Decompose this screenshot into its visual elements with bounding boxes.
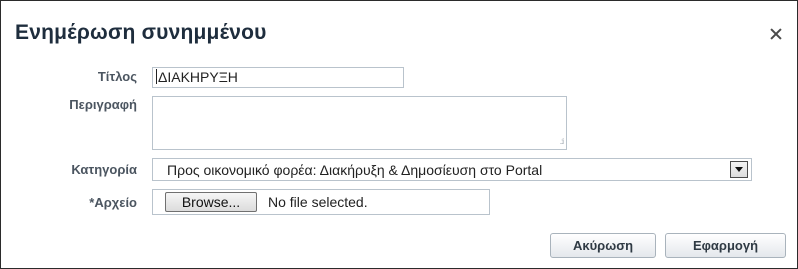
- file-input: Browse... No file selected.: [152, 189, 490, 215]
- close-icon[interactable]: [769, 27, 783, 41]
- description-textarea[interactable]: .:i: [152, 96, 567, 150]
- resize-grip-icon[interactable]: .:i: [560, 138, 564, 146]
- title-label: Τίτλος: [97, 69, 137, 84]
- browse-button[interactable]: Browse...: [165, 192, 257, 212]
- description-label: Περιγραφή: [69, 97, 137, 112]
- title-input[interactable]: ΔΙΑΚΗΡΥΞΗ: [152, 67, 404, 88]
- category-selected-value: Προς οικονομικό φορέα: Διακήρυξη & Δημοσ…: [167, 162, 543, 178]
- cancel-button[interactable]: Ακύρωση: [550, 233, 656, 258]
- update-attachment-dialog: Ενημέρωση συνημμένου Τίτλος ΔΙΑΚΗΡΥΞΗ Πε…: [0, 0, 798, 269]
- title-value: ΔΙΑΚΗΡΥΞΗ: [158, 69, 238, 85]
- dropdown-arrow-icon[interactable]: [730, 161, 748, 178]
- category-label: Κατηγορία: [71, 162, 137, 177]
- file-label: *Αρχείο: [89, 195, 137, 210]
- dialog-title: Ενημέρωση συνημμένου: [15, 21, 267, 44]
- apply-button[interactable]: Εφαρμογή: [665, 233, 786, 258]
- text-caret: [156, 69, 157, 84]
- file-status-text: No file selected.: [268, 194, 368, 210]
- category-select[interactable]: Προς οικονομικό φορέα: Διακήρυξη & Δημοσ…: [152, 158, 752, 181]
